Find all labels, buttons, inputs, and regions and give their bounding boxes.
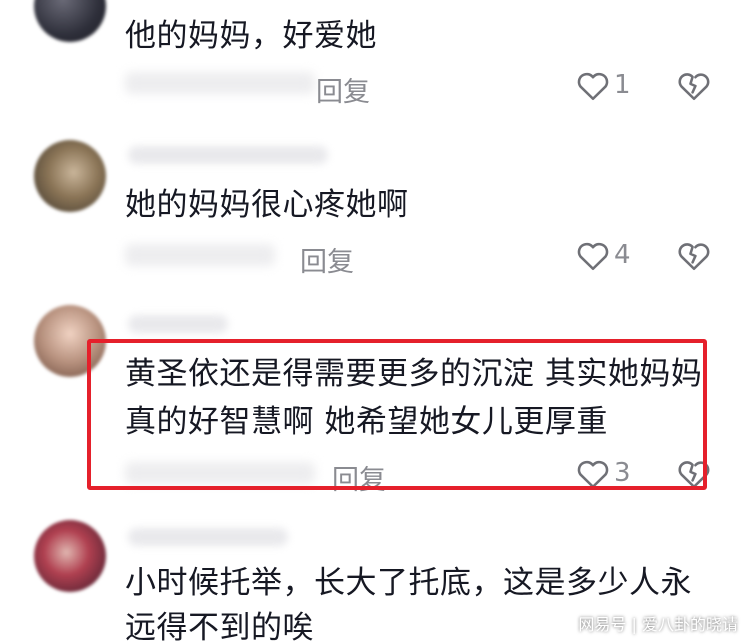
- heart-outline-icon[interactable]: [576, 240, 610, 272]
- avatar[interactable]: [34, 140, 106, 212]
- like-count: 4: [614, 240, 631, 270]
- heart-outline-icon[interactable]: [576, 70, 610, 102]
- blurred-timestamp: [125, 244, 275, 266]
- like-count: 1: [614, 70, 631, 100]
- blurred-username: [128, 315, 228, 333]
- blurred-timestamp: [125, 72, 315, 94]
- comment-text-line: 小时候托举，长大了托底，这是多少人永: [125, 565, 692, 601]
- reply-button[interactable]: 回复: [316, 70, 370, 109]
- blurred-username: [128, 528, 288, 546]
- reply-button[interactable]: 回复: [300, 240, 354, 279]
- broken-heart-icon[interactable]: [677, 70, 711, 102]
- comment-text: 她的妈妈很心疼她啊: [125, 187, 409, 223]
- avatar[interactable]: [34, 0, 106, 42]
- broken-heart-icon[interactable]: [677, 240, 711, 272]
- blurred-username: [128, 146, 328, 164]
- avatar[interactable]: [34, 520, 106, 592]
- comment-text: 他的妈妈，好爱她: [125, 18, 377, 54]
- watermark: 网易号 | 爱八卦的晓请: [578, 615, 738, 634]
- highlight-box: [87, 339, 707, 490]
- comment-text-line: 远得不到的唉: [125, 610, 314, 643]
